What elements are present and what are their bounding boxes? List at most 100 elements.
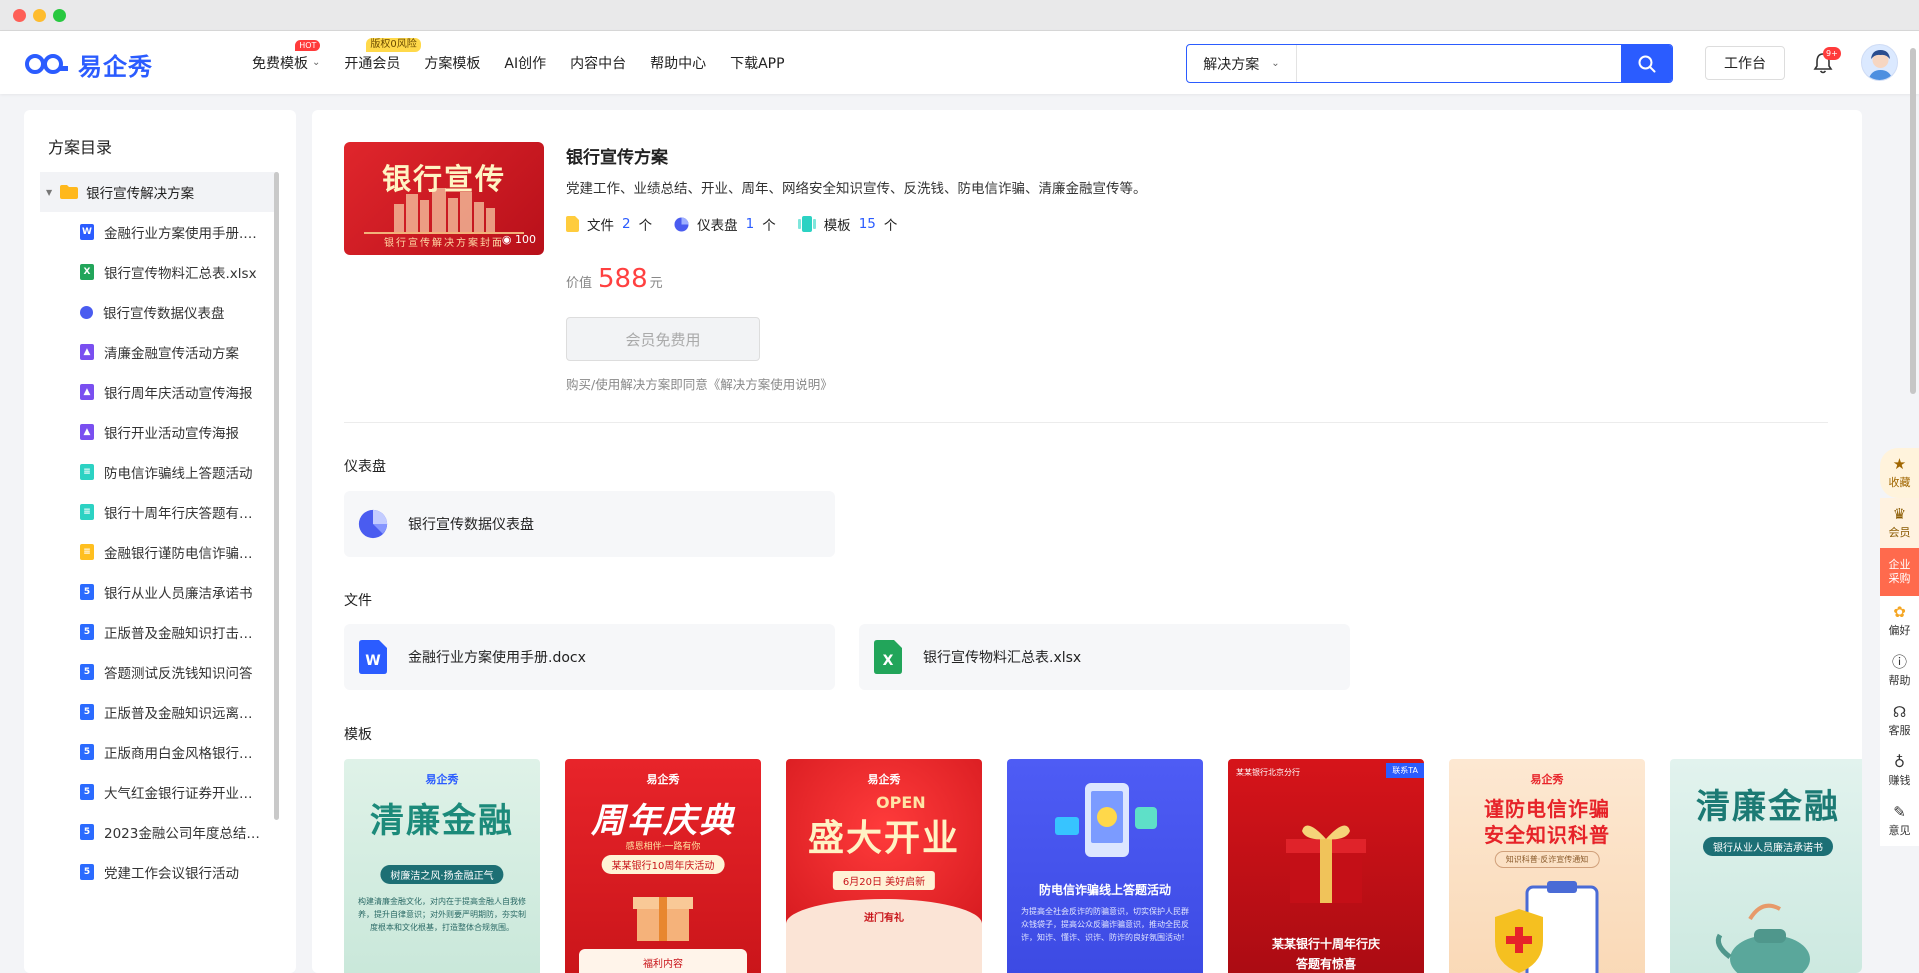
section-title-dashboard: 仪表盘	[344, 459, 386, 475]
tree-item[interactable]: 5 银行从业人员廉洁承诺书	[80, 572, 290, 612]
template-subtitle: 感恩相伴·一路有你	[625, 842, 701, 852]
template-ribbon: 6月20日 美好启新	[832, 871, 936, 890]
tree-item[interactable]: 5 正版普及金融知识远离非法集资	[80, 692, 290, 732]
page-scrollbar[interactable]	[1910, 48, 1916, 394]
tree-item[interactable]: 5 2023金融公司年度总结报告	[80, 812, 290, 852]
feedback-button[interactable]: ✎ 意见	[1880, 796, 1919, 846]
template-brand: 易企秀	[646, 773, 680, 786]
solution-cover[interactable]: 银行宣传 银行宣传解决方案封面 ◉ 100	[344, 142, 544, 255]
nav-help-center[interactable]: 帮助中心	[650, 53, 706, 73]
count-value: 15	[858, 216, 876, 232]
avatar[interactable]	[1861, 44, 1898, 81]
tree-root-folder[interactable]: ▼ 银行宣传解决方案	[40, 172, 278, 212]
right-tool-rail: ★ 收藏 ♛ 会员 企业采购 ✿ 偏好 ⓘ 帮助 ☊ 客服 ♁ 赚钱 ✎ 意见	[1880, 448, 1919, 846]
nav-download-app[interactable]: 下载APP	[730, 53, 784, 73]
nav-label: AI创作	[504, 55, 547, 72]
h5-file-icon: 5	[80, 744, 94, 760]
agreement-text[interactable]: 购买/使用解决方案即同意《解决方案使用说明》	[566, 374, 833, 393]
site-logo[interactable]: 易企秀	[24, 49, 153, 81]
tree-item-label: 正版普及金融知识打击非法集资	[104, 626, 262, 642]
member-free-use-button[interactable]: 会员免费用	[566, 317, 760, 361]
h5-file-icon: 5	[80, 664, 94, 680]
nav-content-hub[interactable]: 内容中台	[570, 53, 626, 73]
search-button[interactable]	[1621, 45, 1672, 82]
file-card-label: 金融行业方案使用手册.docx	[408, 650, 586, 666]
tree-item[interactable]: ▲ 银行周年庆活动宣传海报	[80, 372, 290, 412]
tree-item[interactable]: ≡ 银行十周年行庆答题有惊喜	[80, 492, 290, 532]
chevron-down-icon: ⌄	[1271, 58, 1280, 69]
file-card[interactable]: X 银行宣传物料汇总表.xlsx	[859, 624, 1350, 690]
maximize-window-button[interactable]	[53, 9, 66, 22]
sidebar-scrollbar[interactable]	[274, 172, 279, 820]
tree-item[interactable]: 5 正版商用白金风格银行宣传	[80, 732, 290, 772]
template-subtitle: 安全知识科普	[1484, 823, 1610, 847]
template-text: 进门有礼	[864, 913, 904, 924]
rail-label: 收藏	[1888, 476, 1911, 489]
enterprise-purchase-button[interactable]: 企业采购	[1880, 548, 1919, 596]
contact-tag[interactable]: 联系TA	[1386, 763, 1424, 778]
top-header: 易企秀 免费模板 ⌄ HOT 开通会员 版权0风险 方案模板 AI创作 内容中台…	[0, 31, 1919, 94]
tree-item[interactable]: ▲ 清廉金融宣传活动方案	[80, 332, 290, 372]
tree-item[interactable]: 5 党建工作会议银行活动	[80, 852, 290, 892]
template-card[interactable]: 易企秀 清廉金融 树廉洁之风·扬金融正气 构建清廉金融文化，对内在于提高金融人自…	[344, 759, 540, 973]
nav-membership[interactable]: 开通会员 版权0风险	[344, 37, 421, 73]
dashboard-card-label: 银行宣传数据仪表盘	[408, 517, 534, 533]
workbench-button[interactable]: 工作台	[1705, 46, 1785, 80]
close-window-button[interactable]	[13, 9, 26, 22]
excel-file-icon: X	[80, 264, 94, 280]
tree-item[interactable]: 银行宣传数据仪表盘	[80, 292, 290, 332]
template-card[interactable]: 易企秀 谨防电信诈骗 安全知识科普 知识科普·反诈宣传通知	[1449, 759, 1645, 973]
rail-label: 偏好	[1888, 624, 1911, 637]
count-value: 1	[745, 216, 755, 232]
star-icon: ★	[1892, 455, 1907, 473]
template-count: 模板 15 个	[797, 214, 897, 234]
word-file-icon: W	[358, 640, 388, 674]
template-card[interactable]: 防电信诈骗线上答题活动 为提高全社会反诈的防骗意识，切实保护人民群众钱袋子，提高…	[1007, 759, 1203, 973]
nav-solutions[interactable]: 方案模板	[424, 53, 480, 73]
nav-ai-create[interactable]: AI创作	[504, 53, 546, 73]
form-file-icon: ≡	[80, 464, 94, 480]
doc-file-icon: ≡	[80, 544, 94, 560]
earn-money-button[interactable]: ♁ 赚钱	[1880, 746, 1919, 796]
template-title: 某某银行十周年行庆	[1271, 937, 1380, 951]
tree-item[interactable]: X 银行宣传物料汇总表.xlsx	[80, 252, 290, 292]
tree-item[interactable]: ≡ 防电信诈骗线上答题活动	[80, 452, 290, 492]
favorite-button[interactable]: ★ 收藏	[1880, 448, 1919, 498]
preference-button[interactable]: ✿ 偏好	[1880, 596, 1919, 646]
tree-item[interactable]: 5 大气红金银行证券开业活动	[80, 772, 290, 812]
count-unit: 个	[762, 218, 776, 234]
template-card[interactable]: 易企秀 OPEN 盛大开业 6月20日 美好启新 进门有礼	[786, 759, 982, 973]
tree-item-label: 银行从业人员廉洁承诺书	[104, 586, 253, 602]
tree-item-label: 答题测试反洗钱知识问答	[104, 666, 253, 682]
logo-icon	[25, 54, 68, 74]
view-count-value: 100	[515, 233, 536, 246]
solution-counts: 文件 2个 仪表盘 1个 模板 15 个	[566, 214, 897, 234]
customer-service-button[interactable]: ☊ 客服	[1880, 696, 1919, 746]
tree-item-label: 正版商用白金风格银行宣传	[104, 746, 262, 762]
minimize-window-button[interactable]	[33, 9, 46, 22]
tree-item[interactable]: ≡ 金融银行谨防电信诈骗宣传	[80, 532, 290, 572]
image-file-icon: ▲	[80, 344, 94, 360]
count-value: 2	[622, 216, 631, 232]
membership-button[interactable]: ♛ 会员	[1880, 498, 1919, 548]
file-card[interactable]: W 金融行业方案使用手册.docx	[344, 624, 835, 690]
search-scope-select[interactable]: 解决方案 ⌄	[1187, 45, 1297, 82]
search-input[interactable]	[1297, 45, 1621, 82]
tree-item-label: 2023金融公司年度总结报告	[104, 826, 262, 842]
main-nav: 免费模板 ⌄ HOT 开通会员 版权0风险 方案模板 AI创作 内容中台 帮助中…	[252, 31, 809, 94]
h5-file-icon: 5	[80, 784, 94, 800]
template-text: 福利内容	[579, 949, 747, 973]
tree-item-label: 银行宣传物料汇总表.xlsx	[104, 266, 257, 282]
tree-item[interactable]: 5 正版普及金融知识打击非法集资	[80, 612, 290, 652]
tree-item-label: 清廉金融宣传活动方案	[104, 346, 239, 362]
tree-item[interactable]: W 金融行业方案使用手册.docx	[80, 212, 290, 252]
nav-free-templates[interactable]: 免费模板 ⌄ HOT	[252, 39, 321, 73]
help-button[interactable]: ⓘ 帮助	[1880, 646, 1919, 696]
tree-item[interactable]: ▲ 银行开业活动宣传海报	[80, 412, 290, 452]
nav-label: 免费模板	[252, 55, 308, 72]
dashboard-card[interactable]: 银行宣传数据仪表盘	[344, 491, 835, 557]
template-card[interactable]: 清廉金融 银行从业人员廉洁承诺书	[1670, 759, 1862, 973]
template-card[interactable]: 易企秀 周年庆典 感恩相伴·一路有你 某某银行10周年庆活动 福利内容	[565, 759, 761, 973]
template-card[interactable]: 某某银行北京分行 联系TA 某某银行十周年行庆 答题有惊喜	[1228, 759, 1424, 973]
tree-item[interactable]: 5 答题测试反洗钱知识问答	[80, 652, 290, 692]
